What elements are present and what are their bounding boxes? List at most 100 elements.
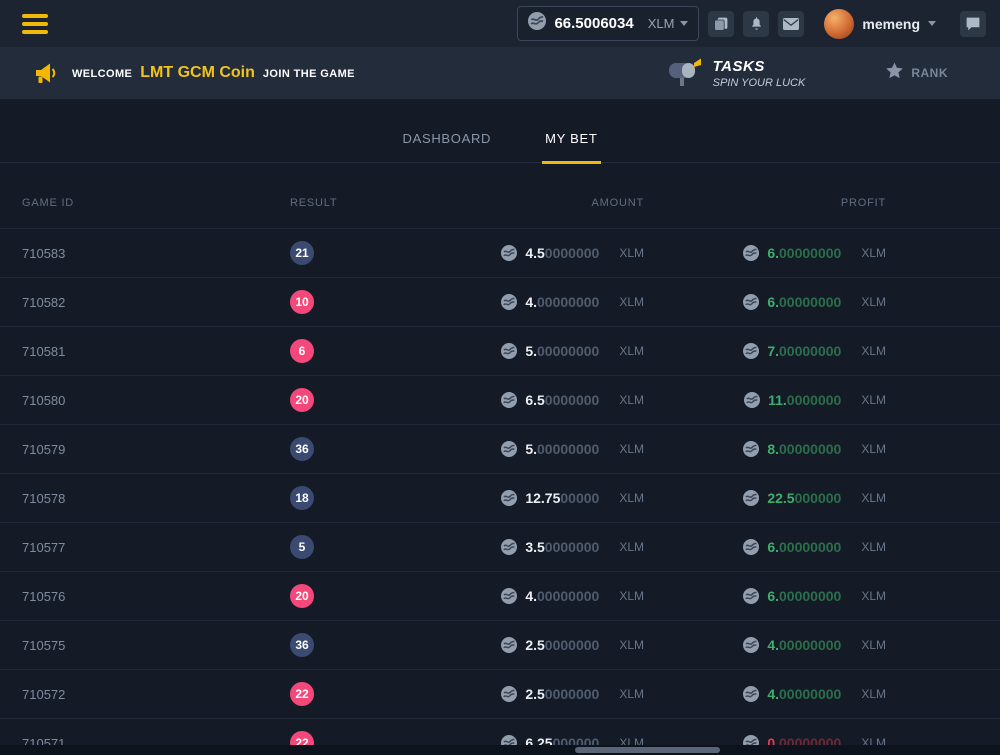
amount-value: 12.75 (525, 490, 560, 506)
profit-cell: 7.00000000 XLM (644, 343, 886, 359)
amount-cell: 12.7500000 XLM (428, 490, 644, 506)
hamburger-menu-icon[interactable] (22, 14, 48, 34)
profit-zeros: 00000000 (779, 441, 841, 457)
profit-unit: XLM (861, 344, 886, 358)
profit-cell: 11.0000000 XLM (644, 392, 886, 408)
result-badge: 36 (290, 633, 314, 657)
topbar: 66.5006034 XLM memeng (0, 0, 1000, 47)
amount-unit: XLM (619, 638, 644, 652)
rank-widget[interactable]: RANK (885, 61, 948, 85)
amount-unit: XLM (619, 393, 644, 407)
result-cell: 20 (268, 388, 428, 412)
profit-value: 11. (768, 392, 787, 408)
amount-value: 5. (525, 441, 537, 457)
result-badge: 22 (290, 682, 314, 706)
result-badge: 18 (290, 486, 314, 510)
amount-value: 4. (525, 588, 537, 604)
currency-label: XLM (648, 16, 675, 31)
tab-dashboard[interactable]: DASHBOARD (399, 131, 494, 162)
profit-unit: XLM (861, 442, 886, 456)
amount-cell: 2.50000000 XLM (428, 637, 644, 653)
profit-zeros: 00000000 (779, 343, 841, 359)
coin-icon (501, 490, 517, 506)
amount-value: 6.5 (525, 392, 544, 408)
user-menu[interactable]: memeng (824, 9, 936, 39)
table-row[interactable]: 710577 5 3.50000000 XLM 6.00000000 XLM (0, 523, 1000, 572)
profit-cell: 8.00000000 XLM (644, 441, 886, 457)
table-row[interactable]: 710579 36 5.00000000 XLM 8.00000000 XLM (0, 425, 1000, 474)
amount-unit: XLM (619, 246, 644, 260)
game-id: 710578 (0, 491, 268, 506)
amount-value: 5. (525, 343, 537, 359)
rank-label: RANK (911, 66, 948, 80)
tasks-text: TASKS SPIN YOUR LUCK (713, 58, 806, 89)
tasks-title: TASKS (713, 58, 806, 75)
bell-icon (749, 16, 764, 31)
messages-button[interactable] (778, 11, 804, 37)
amount-unit: XLM (619, 344, 644, 358)
table-row[interactable]: 710576 20 4.00000000 XLM 6.00000000 XLM (0, 572, 1000, 621)
profit-value: 4. (767, 637, 779, 653)
profit-zeros: 00000000 (779, 539, 841, 555)
chevron-down-icon (928, 21, 936, 26)
profit-value: 22.5 (767, 490, 794, 506)
coin-icon (501, 441, 517, 457)
amount-unit: XLM (619, 540, 644, 554)
result-cell: 6 (268, 339, 428, 363)
amount-cell: 4.50000000 XLM (428, 245, 644, 261)
table-row[interactable]: 710578 18 12.7500000 XLM 22.5000000 XLM (0, 474, 1000, 523)
coin-icon (501, 245, 517, 261)
coin-icon (743, 588, 759, 604)
profit-unit: XLM (861, 589, 886, 603)
balance-box[interactable]: 66.5006034 XLM (517, 6, 699, 41)
coin-icon (501, 343, 517, 359)
game-id: 710579 (0, 442, 268, 457)
table-row[interactable]: 710581 6 5.00000000 XLM 7.00000000 XLM (0, 327, 1000, 376)
chat-button[interactable] (960, 11, 986, 37)
coin-name-text: LMT GCM Coin (140, 64, 255, 82)
profit-unit: XLM (861, 246, 886, 260)
tasks-subtitle: SPIN YOUR LUCK (713, 77, 806, 89)
amount-unit: XLM (619, 687, 644, 701)
profit-zeros: 00000000 (779, 588, 841, 604)
game-id: 710577 (0, 540, 268, 555)
result-badge: 20 (290, 388, 314, 412)
coin-icon (501, 588, 517, 604)
username: memeng (862, 16, 920, 32)
profit-cell: 6.00000000 XLM (644, 245, 886, 261)
table-row[interactable]: 710575 36 2.50000000 XLM 4.00000000 XLM (0, 621, 1000, 670)
table-row[interactable]: 710572 22 2.50000000 XLM 4.00000000 XLM (0, 670, 1000, 719)
announcement-text: WELCOME LMT GCM Coin JOIN THE GAME (72, 64, 355, 82)
tab-my-bet[interactable]: MY BET (542, 131, 600, 164)
table-row[interactable]: 710580 20 6.50000000 XLM 11.0000000 XLM (0, 376, 1000, 425)
table-row[interactable]: 710583 21 4.50000000 XLM 6.00000000 XLM (0, 229, 1000, 278)
scrollbar-thumb[interactable] (575, 747, 720, 753)
coin-icon (743, 490, 759, 506)
result-cell: 36 (268, 633, 428, 657)
coin-icon (501, 294, 517, 310)
amount-value: 4.5 (525, 245, 544, 261)
profit-zeros: 0000000 (787, 392, 842, 408)
join-text: JOIN THE GAME (263, 68, 355, 80)
coin-icon (743, 686, 759, 702)
profit-cell: 6.00000000 XLM (644, 539, 886, 555)
profit-cell: 22.5000000 XLM (644, 490, 886, 506)
amount-cell: 4.00000000 XLM (428, 588, 644, 604)
profit-unit: XLM (861, 687, 886, 701)
mailbox-icon (667, 55, 703, 92)
table-header: GAME ID RESULT AMOUNT PROFIT (0, 163, 1000, 229)
game-id: 710583 (0, 246, 268, 261)
amount-zeros: 00000000 (537, 588, 599, 604)
amount-zeros: 0000000 (545, 686, 600, 702)
currency-select[interactable]: XLM (648, 16, 689, 31)
table-row[interactable]: 710582 10 4.00000000 XLM 6.00000000 XLM (0, 278, 1000, 327)
tasks-widget[interactable]: TASKS SPIN YOUR LUCK (667, 55, 806, 92)
bet-table-body: 710583 21 4.50000000 XLM 6.00000000 XLM … (0, 229, 1000, 755)
game-id: 710572 (0, 687, 268, 702)
coin-icon (743, 539, 759, 555)
cards-button[interactable] (708, 11, 734, 37)
welcome-text: WELCOME (72, 68, 132, 80)
amount-unit: XLM (619, 491, 644, 505)
amount-value: 2.5 (525, 686, 544, 702)
notifications-button[interactable] (743, 11, 769, 37)
